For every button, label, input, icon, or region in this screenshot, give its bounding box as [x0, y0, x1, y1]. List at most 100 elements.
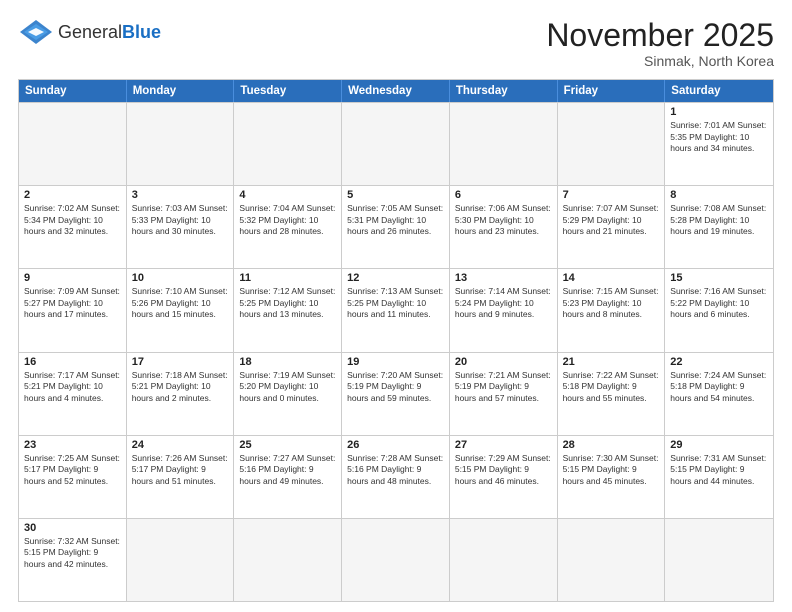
cell-day-number: 17	[132, 356, 229, 368]
cell-day-number: 6	[455, 189, 552, 201]
cell-day-number: 30	[24, 522, 121, 534]
cell-info: Sunrise: 7:05 AM Sunset: 5:31 PM Dayligh…	[347, 203, 444, 237]
day-headers: SundayMondayTuesdayWednesdayThursdayFrid…	[19, 80, 773, 102]
calendar-cell: 23 Sunrise: 7:25 AM Sunset: 5:17 PM Dayli…	[19, 436, 127, 518]
cell-day-number: 15	[670, 272, 768, 284]
cell-info: Sunrise: 7:10 AM Sunset: 5:26 PM Dayligh…	[132, 286, 229, 320]
cell-info: Sunrise: 7:22 AM Sunset: 5:18 PM Dayligh…	[563, 370, 660, 404]
cell-day-number: 19	[347, 356, 444, 368]
calendar-cell	[558, 519, 666, 601]
cell-info: Sunrise: 7:06 AM Sunset: 5:30 PM Dayligh…	[455, 203, 552, 237]
calendar-cell: 10 Sunrise: 7:10 AM Sunset: 5:26 PM Dayli…	[127, 269, 235, 351]
calendar-cell: 22 Sunrise: 7:24 AM Sunset: 5:18 PM Dayli…	[665, 353, 773, 435]
calendar-cell: 18 Sunrise: 7:19 AM Sunset: 5:20 PM Dayli…	[234, 353, 342, 435]
cell-day-number: 29	[670, 439, 768, 451]
cell-day-number: 13	[455, 272, 552, 284]
calendar-cell: 2 Sunrise: 7:02 AM Sunset: 5:34 PM Daylig…	[19, 186, 127, 268]
cell-day-number: 26	[347, 439, 444, 451]
week-row-3: 9 Sunrise: 7:09 AM Sunset: 5:27 PM Daylig…	[19, 268, 773, 351]
day-header-saturday: Saturday	[665, 80, 773, 102]
calendar-cell: 26 Sunrise: 7:28 AM Sunset: 5:16 PM Dayli…	[342, 436, 450, 518]
calendar-cell	[127, 103, 235, 185]
cell-info: Sunrise: 7:20 AM Sunset: 5:19 PM Dayligh…	[347, 370, 444, 404]
cell-info: Sunrise: 7:28 AM Sunset: 5:16 PM Dayligh…	[347, 453, 444, 487]
cell-day-number: 10	[132, 272, 229, 284]
cell-day-number: 11	[239, 272, 336, 284]
location: Sinmak, North Korea	[546, 53, 774, 69]
week-row-5: 23 Sunrise: 7:25 AM Sunset: 5:17 PM Dayli…	[19, 435, 773, 518]
cell-info: Sunrise: 7:01 AM Sunset: 5:35 PM Dayligh…	[670, 120, 768, 154]
cell-info: Sunrise: 7:15 AM Sunset: 5:23 PM Dayligh…	[563, 286, 660, 320]
calendar-cell: 25 Sunrise: 7:27 AM Sunset: 5:16 PM Dayli…	[234, 436, 342, 518]
cell-day-number: 23	[24, 439, 121, 451]
cell-day-number: 8	[670, 189, 768, 201]
calendar-cell	[234, 103, 342, 185]
cell-day-number: 21	[563, 356, 660, 368]
cell-info: Sunrise: 7:24 AM Sunset: 5:18 PM Dayligh…	[670, 370, 768, 404]
calendar-cell: 12Sunrise: 7:13 AM Sunset: 5:25 PM Dayli…	[342, 269, 450, 351]
cell-info: Sunrise: 7:32 AM Sunset: 5:15 PM Dayligh…	[24, 536, 121, 570]
calendar-cell	[342, 103, 450, 185]
day-header-wednesday: Wednesday	[342, 80, 450, 102]
cell-day-number: 7	[563, 189, 660, 201]
cell-day-number: 16	[24, 356, 121, 368]
calendar-cell: 16 Sunrise: 7:17 AM Sunset: 5:21 PM Dayli…	[19, 353, 127, 435]
cell-info: Sunrise: 7:25 AM Sunset: 5:17 PM Dayligh…	[24, 453, 121, 487]
cell-info: Sunrise: 7:09 AM Sunset: 5:27 PM Dayligh…	[24, 286, 121, 320]
calendar-cell: 4Sunrise: 7:04 AM Sunset: 5:32 PM Daylig…	[234, 186, 342, 268]
cell-info: Sunrise: 7:03 AM Sunset: 5:33 PM Dayligh…	[132, 203, 229, 237]
calendar-cell	[234, 519, 342, 601]
calendar-cell	[450, 103, 558, 185]
cell-day-number: 18	[239, 356, 336, 368]
cell-info: Sunrise: 7:18 AM Sunset: 5:21 PM Dayligh…	[132, 370, 229, 404]
cell-day-number: 27	[455, 439, 552, 451]
cell-day-number: 2	[24, 189, 121, 201]
calendar-cell: 30 Sunrise: 7:32 AM Sunset: 5:15 PM Dayli…	[19, 519, 127, 601]
day-header-thursday: Thursday	[450, 80, 558, 102]
calendar-cell: 13Sunrise: 7:14 AM Sunset: 5:24 PM Dayli…	[450, 269, 558, 351]
week-row-1: 1Sunrise: 7:01 AM Sunset: 5:35 PM Daylig…	[19, 102, 773, 185]
weeks-container: 1Sunrise: 7:01 AM Sunset: 5:35 PM Daylig…	[19, 102, 773, 601]
cell-day-number: 24	[132, 439, 229, 451]
cell-day-number: 14	[563, 272, 660, 284]
cell-day-number: 4	[239, 189, 336, 201]
cell-day-number: 3	[132, 189, 229, 201]
calendar-cell	[665, 519, 773, 601]
cell-info: Sunrise: 7:13 AM Sunset: 5:25 PM Dayligh…	[347, 286, 444, 320]
cell-day-number: 5	[347, 189, 444, 201]
cell-info: Sunrise: 7:17 AM Sunset: 5:21 PM Dayligh…	[24, 370, 121, 404]
cell-info: Sunrise: 7:21 AM Sunset: 5:19 PM Dayligh…	[455, 370, 552, 404]
cell-day-number: 25	[239, 439, 336, 451]
cell-day-number: 9	[24, 272, 121, 284]
calendar-cell	[342, 519, 450, 601]
calendar-cell	[558, 103, 666, 185]
calendar-cell: 21 Sunrise: 7:22 AM Sunset: 5:18 PM Dayli…	[558, 353, 666, 435]
title-block: November 2025 Sinmak, North Korea	[546, 18, 774, 69]
cell-info: Sunrise: 7:16 AM Sunset: 5:22 PM Dayligh…	[670, 286, 768, 320]
month-title: November 2025	[546, 18, 774, 53]
cell-day-number: 28	[563, 439, 660, 451]
cell-info: Sunrise: 7:02 AM Sunset: 5:34 PM Dayligh…	[24, 203, 121, 237]
calendar-cell: 1Sunrise: 7:01 AM Sunset: 5:35 PM Daylig…	[665, 103, 773, 185]
logo-text: GeneralBlue	[58, 22, 161, 43]
calendar-cell	[19, 103, 127, 185]
cell-info: Sunrise: 7:30 AM Sunset: 5:15 PM Dayligh…	[563, 453, 660, 487]
cell-info: Sunrise: 7:19 AM Sunset: 5:20 PM Dayligh…	[239, 370, 336, 404]
calendar-cell: 24Sunrise: 7:26 AM Sunset: 5:17 PM Dayli…	[127, 436, 235, 518]
week-row-6: 30 Sunrise: 7:32 AM Sunset: 5:15 PM Dayli…	[19, 518, 773, 601]
calendar-cell: 14 Sunrise: 7:15 AM Sunset: 5:23 PM Dayli…	[558, 269, 666, 351]
calendar-cell: 15 Sunrise: 7:16 AM Sunset: 5:22 PM Dayli…	[665, 269, 773, 351]
day-header-sunday: Sunday	[19, 80, 127, 102]
week-row-2: 2 Sunrise: 7:02 AM Sunset: 5:34 PM Daylig…	[19, 185, 773, 268]
header: GeneralBlue November 2025 Sinmak, North …	[18, 18, 774, 69]
cell-info: Sunrise: 7:27 AM Sunset: 5:16 PM Dayligh…	[239, 453, 336, 487]
cell-day-number: 22	[670, 356, 768, 368]
cell-day-number: 20	[455, 356, 552, 368]
cell-info: Sunrise: 7:12 AM Sunset: 5:25 PM Dayligh…	[239, 286, 336, 320]
calendar-cell: 17 Sunrise: 7:18 AM Sunset: 5:21 PM Dayli…	[127, 353, 235, 435]
calendar-cell: 20 Sunrise: 7:21 AM Sunset: 5:19 PM Dayli…	[450, 353, 558, 435]
calendar-cell: 6 Sunrise: 7:06 AM Sunset: 5:30 PM Daylig…	[450, 186, 558, 268]
calendar: SundayMondayTuesdayWednesdayThursdayFrid…	[18, 79, 774, 602]
calendar-cell: 11 Sunrise: 7:12 AM Sunset: 5:25 PM Dayli…	[234, 269, 342, 351]
day-header-monday: Monday	[127, 80, 235, 102]
